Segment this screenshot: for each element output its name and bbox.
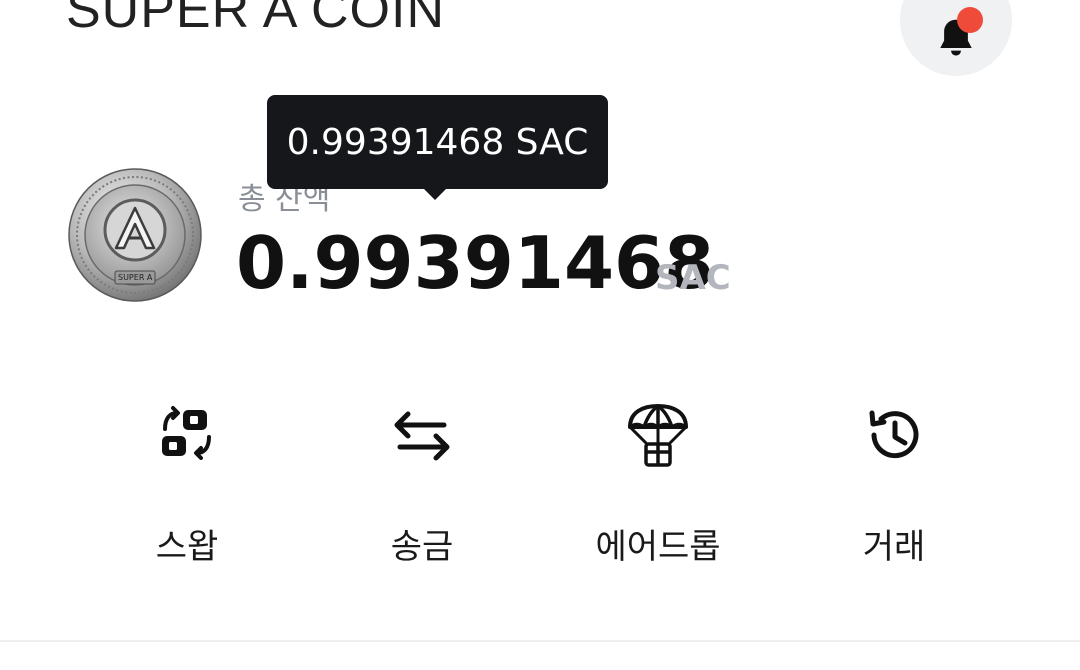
bell-icon [933,7,983,61]
notification-button[interactable] [900,0,1012,76]
airdrop-label: 에어드롭 [595,527,721,567]
brand-title: SUPER A COIN [66,0,445,39]
balance-tooltip: 0.99391468 SAC [267,95,608,189]
transfer-button[interactable]: 송금 [332,395,512,575]
action-bar: 스왑 송금 에어드롭 거래 [0,395,1080,575]
swap-label: 스왑 [155,527,219,567]
section-divider [0,640,1080,642]
transfer-label: 송금 [390,527,454,567]
parachute-gift-icon [622,399,694,471]
history-label: 거래 [862,527,926,567]
transfer-arrows-icon [386,399,458,471]
coin-logo-text: SUPER A [118,273,153,282]
tooltip-arrow [423,188,447,200]
history-button[interactable]: 거래 [804,395,984,575]
swap-icon [151,399,223,471]
airdrop-button[interactable]: 에어드롭 [568,395,748,575]
notification-dot [957,7,983,33]
balance-amount[interactable]: 0.99391468 [236,223,714,303]
swap-button[interactable]: 스왑 [97,395,277,575]
balance-unit: SAC [655,258,731,298]
coin-logo: SUPER A [68,168,202,302]
history-icon [858,399,930,471]
